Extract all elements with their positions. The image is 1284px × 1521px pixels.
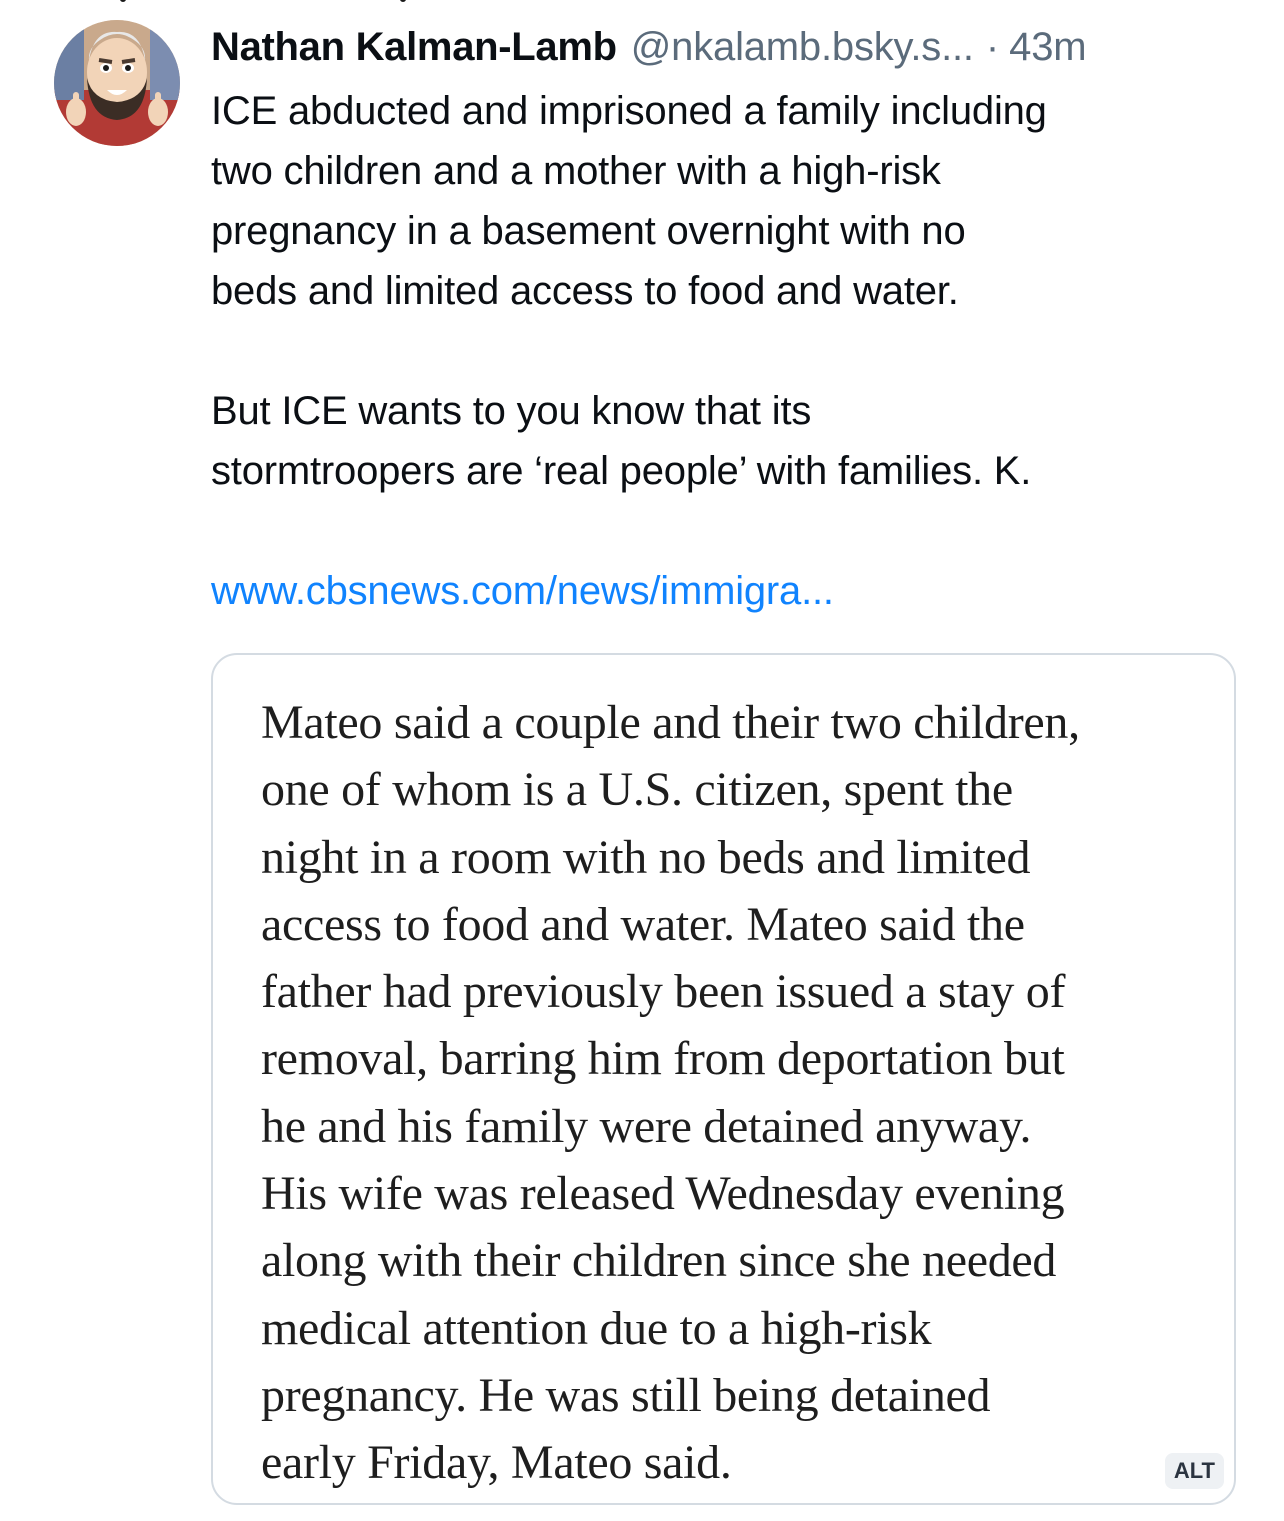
post-header: Nathan Kalman-Lamb @nkalamb.bsky.s... · … <box>211 22 1251 72</box>
post-text: ICE abducted and imprisoned a family inc… <box>211 81 1251 621</box>
post[interactable]: Nathan Kalman-Lamb @nkalamb.bsky.s... · … <box>211 22 1251 621</box>
quote-text: Mateo said a couple and their two childr… <box>261 689 1221 1497</box>
post-text-line: pregnancy in a basement overnight with n… <box>211 209 966 253</box>
quote-line: night in a room with no beds and limited <box>261 830 1031 884</box>
quote-line: father had previously been issued a stay… <box>261 965 1066 1019</box>
previous-post-fragment <box>100 0 450 4</box>
separator-dot: · <box>985 25 1000 69</box>
post-time[interactable]: 43m <box>1009 22 1086 72</box>
article-link[interactable]: www.cbsnews.com/news/immigra... <box>211 561 1251 621</box>
quote-line: pregnancy. He was still being detained <box>261 1368 991 1422</box>
avatar-image <box>54 20 180 146</box>
quote-line: along with their children since she need… <box>261 1234 1057 1288</box>
quote-line: he and his family were detained anyway. <box>261 1099 1032 1153</box>
user-handle[interactable]: @nkalamb.bsky.s... <box>631 22 974 72</box>
quote-line: access to food and water. Mateo said the <box>261 897 1025 951</box>
quote-line: medical attention due to a high-risk <box>261 1301 932 1355</box>
post-text-line: beds and limited access to food and wate… <box>211 269 959 313</box>
quote-line: His wife was released Wednesday evening <box>261 1167 1065 1221</box>
display-name[interactable]: Nathan Kalman-Lamb <box>211 22 617 72</box>
post-text-line: stormtroopers are ‘real people’ with fam… <box>211 449 1032 493</box>
avatar[interactable] <box>54 20 180 146</box>
quote-line: Mateo said a couple and their two childr… <box>261 696 1080 749</box>
post-text-line: But ICE wants to you know that its <box>211 389 812 433</box>
quote-line: one of whom is a U.S. citizen, spent the <box>261 763 1013 817</box>
alt-text-badge[interactable]: ALT <box>1164 1453 1224 1489</box>
post-text-line: two children and a mother with a high-ri… <box>211 149 941 193</box>
embedded-image[interactable]: Mateo said a couple and their two childr… <box>211 653 1236 1505</box>
post-text-line: ICE abducted and imprisoned a family inc… <box>211 89 1047 133</box>
quote-line: removal, barring him from deportation bu… <box>261 1032 1065 1086</box>
quote-line: early Friday, Mateo said. <box>261 1436 732 1490</box>
